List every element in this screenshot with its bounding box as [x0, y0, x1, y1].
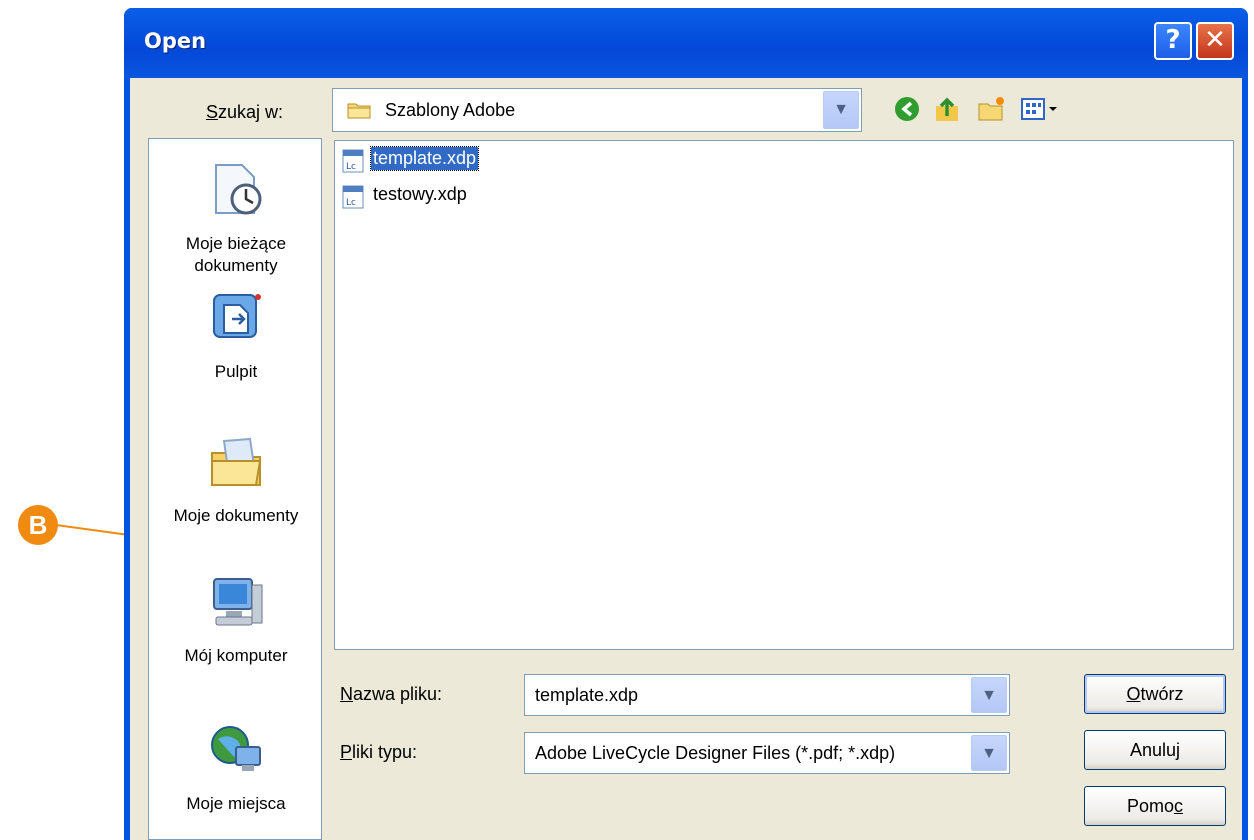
folder-icon	[347, 103, 371, 119]
up-folder-icon[interactable]	[932, 94, 962, 124]
chevron-down-icon[interactable]: ▼	[823, 91, 859, 129]
look-in-value: Szablony Adobe	[385, 100, 516, 120]
dialog-body: Szukaj w: Szablony Adobe ▼ Moje bieżące …	[130, 78, 1242, 840]
place-label: Mój komputer	[184, 646, 288, 665]
place-my-computer[interactable]: Mój komputer	[149, 571, 321, 667]
xdp-file-icon: Lc	[342, 149, 364, 173]
place-label: Moje miejsca	[186, 794, 286, 813]
back-icon[interactable]	[892, 94, 922, 124]
file-name-label: Nazwa pliku:	[340, 684, 443, 704]
views-menu-icon[interactable]	[1020, 94, 1060, 124]
help-icon[interactable]: ?	[1154, 22, 1192, 60]
svg-text:Lc: Lc	[346, 162, 356, 172]
look-in-combo[interactable]: Szablony Adobe ▼	[332, 88, 862, 132]
place-label: Moje bieżące	[185, 234, 287, 253]
xdp-file-icon: Lc	[342, 185, 364, 209]
place-label-line2: dokumenty	[194, 256, 278, 275]
file-list[interactable]: Lc template.xdp Lc testowy.xdp	[334, 140, 1234, 650]
close-icon[interactable]: ✕	[1196, 22, 1234, 60]
file-name-value: template.xdp	[535, 685, 639, 705]
title-bar[interactable]: Open ? ✕	[124, 8, 1248, 78]
place-recent-documents[interactable]: Moje bieżące dokumenty	[149, 159, 321, 277]
callout-badge: B	[18, 505, 58, 545]
window-title: Open	[144, 29, 207, 53]
file-name: template.xdp	[369, 146, 480, 171]
help-button[interactable]: Pomoc	[1084, 786, 1226, 826]
look-in-label: Szukaj w:	[206, 102, 284, 122]
svg-text:Lc: Lc	[346, 198, 356, 208]
file-item[interactable]: Lc testowy.xdp	[341, 181, 561, 211]
place-my-documents[interactable]: Moje dokumenty	[149, 431, 321, 527]
place-network[interactable]: Moje miejsca	[149, 719, 321, 815]
chevron-down-icon[interactable]: ▼	[971, 735, 1007, 771]
desktop-icon	[213, 294, 261, 338]
open-button[interactable]: Otwórz	[1084, 674, 1226, 714]
file-name-field[interactable]: template.xdp ▼	[524, 674, 1010, 716]
place-label: Moje dokumenty	[173, 506, 299, 525]
recent-documents-icon	[215, 164, 262, 215]
new-folder-icon[interactable]	[976, 94, 1006, 124]
file-item[interactable]: Lc template.xdp	[341, 145, 561, 175]
my-computer-icon	[213, 578, 263, 626]
place-label: Pulpit	[214, 362, 258, 381]
chevron-down-icon[interactable]: ▼	[971, 677, 1007, 713]
open-dialog: Open ? ✕ Szukaj w: Szablony Adobe ▼ Moje…	[124, 8, 1248, 840]
file-type-select[interactable]: Adobe LiveCycle Designer Files (*.pdf; *…	[524, 732, 1010, 774]
network-places-icon	[211, 726, 261, 771]
file-type-value: Adobe LiveCycle Designer Files (*.pdf; *…	[535, 743, 896, 763]
file-name: testowy.xdp	[373, 184, 467, 204]
cancel-button[interactable]: Anuluj	[1084, 730, 1226, 770]
place-desktop[interactable]: Pulpit	[149, 287, 321, 383]
my-documents-icon	[211, 437, 262, 486]
file-type-label: Pliki typu:	[340, 742, 418, 762]
places-bar: Moje bieżące dokumenty Pulpit Moje dokum…	[148, 138, 322, 840]
